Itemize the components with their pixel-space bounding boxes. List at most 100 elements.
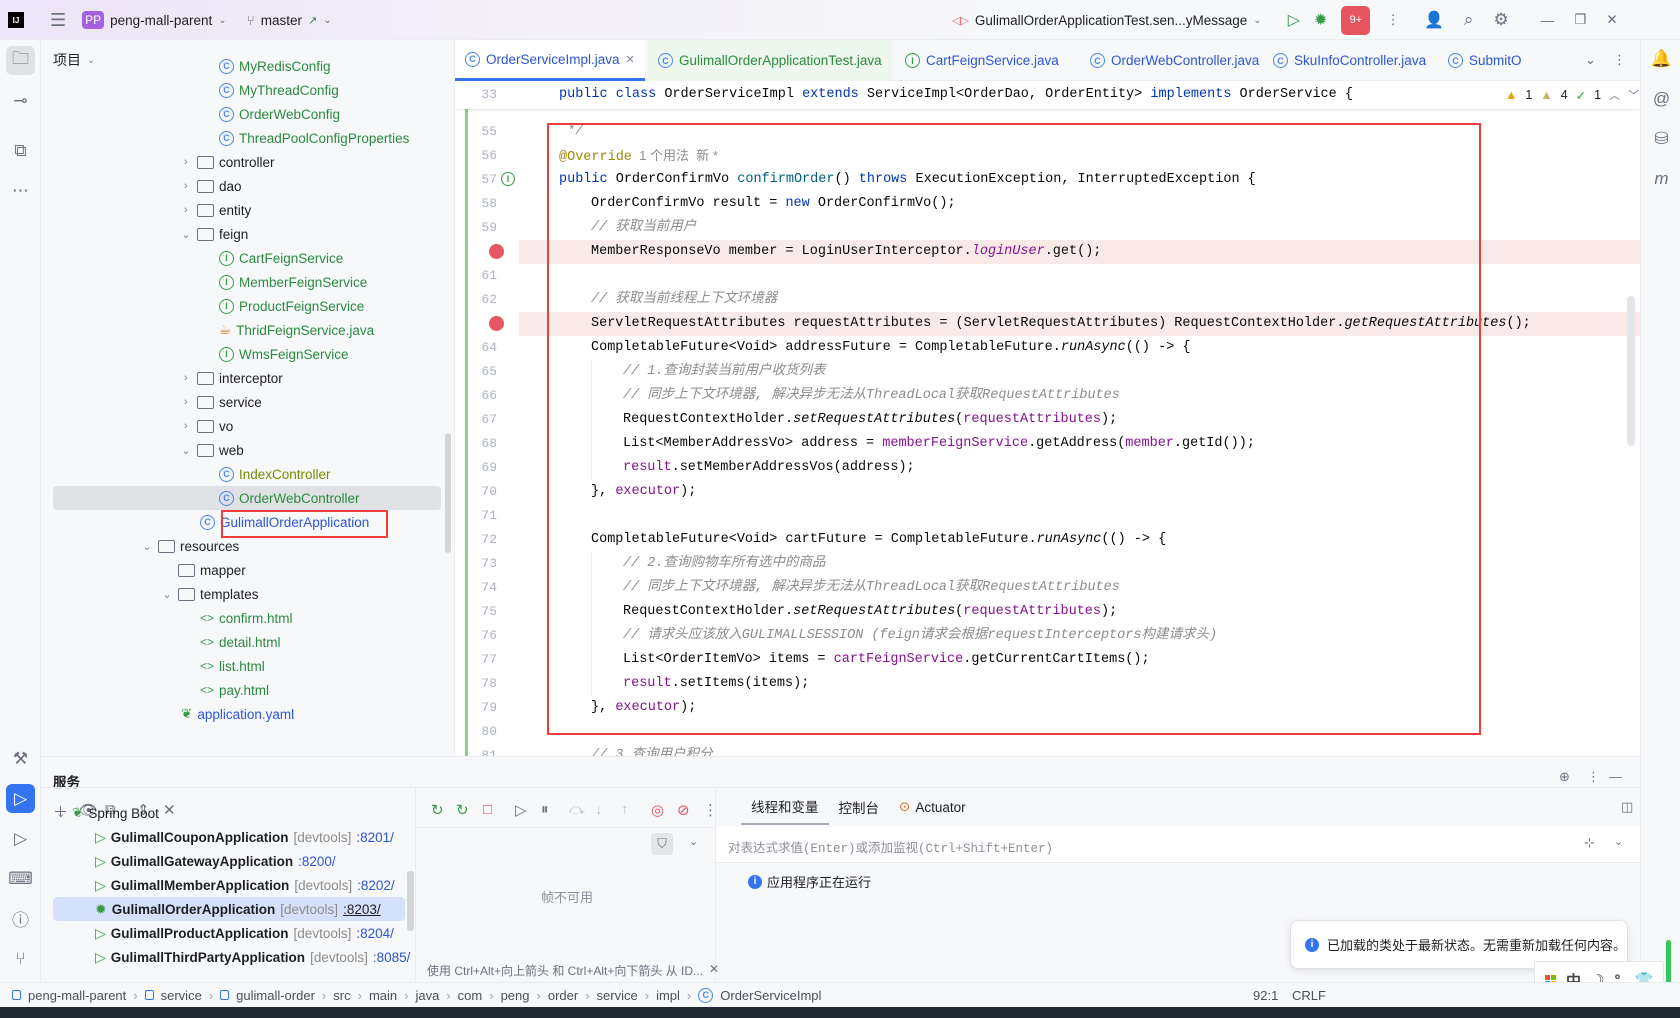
chevron-down-icon[interactable]: ⌄ (141, 540, 153, 553)
line-number[interactable]: 68 (455, 432, 497, 456)
stop-icon[interactable]: □ (483, 801, 492, 818)
terminal-icon[interactable]: ⌨ (6, 864, 35, 893)
line-number[interactable]: 67 (455, 408, 497, 432)
maven-icon[interactable]: m (1647, 164, 1676, 193)
check-icon[interactable]: ✓ (1576, 88, 1586, 103)
service-app-item[interactable]: ▷ GulimallThirdPartyApplication [devtools]… (95, 945, 410, 969)
line-number[interactable]: 71 (455, 504, 497, 528)
breadcrumb-item[interactable]: peng (501, 988, 530, 1003)
line-number[interactable]: 72 (455, 528, 497, 552)
line-number[interactable]: 74 (455, 576, 497, 600)
app-port-link[interactable]: :8200/ (298, 854, 336, 869)
breakpoint-icon[interactable] (489, 316, 504, 331)
editor-tab[interactable]: C SubmitO (1438, 40, 1532, 81)
tree-item[interactable]: ❦ application.yaml (181, 702, 294, 726)
pause-icon[interactable]: ⏸ (541, 801, 549, 818)
line-number[interactable]: 57 (455, 168, 497, 192)
tree-item[interactable]: <> list.html (200, 654, 265, 678)
breadcrumb-item[interactable]: main (369, 988, 397, 1003)
line-number[interactable]: 76 (455, 624, 497, 648)
chevron-right-icon[interactable]: › (180, 180, 192, 192)
tree-item[interactable]: › interceptor (180, 366, 283, 390)
tree-item[interactable]: ⌄ web (180, 438, 243, 462)
service-app-item[interactable]: ▷ GulimallGatewayApplication:8200/ (95, 849, 336, 873)
notifications-icon[interactable]: 🔔 (1647, 44, 1676, 73)
service-app-item[interactable]: ▷ GulimallMemberApplication [devtools]:820… (95, 873, 395, 897)
tree-item[interactable]: C OrderWebController (219, 486, 360, 510)
view-breakpoints-icon[interactable]: ◎ (651, 801, 664, 819)
eval-dropdown-icon[interactable]: ⌄ (1614, 835, 1623, 848)
service-app-item[interactable]: ▷ GulimallProductApplication [devtools]:82… (95, 921, 394, 945)
add-user-icon[interactable]: 👤 (1424, 10, 1444, 30)
database-icon[interactable]: ⛁ (1647, 124, 1676, 153)
chevron-right-icon[interactable]: › (180, 420, 192, 432)
line-number[interactable]: 66 (455, 384, 497, 408)
run-icon[interactable]: ▷ (1288, 10, 1300, 30)
chevron-right-icon[interactable]: › (180, 204, 192, 216)
tree-item[interactable]: › entity (180, 198, 251, 222)
crosshair-icon[interactable]: ⊕ (1559, 769, 1570, 785)
line-number[interactable]: 58 (455, 192, 497, 216)
app-port-link[interactable]: :8204/ (356, 926, 394, 941)
resume-icon[interactable]: ▷ (515, 801, 527, 819)
mute-breakpoints-icon[interactable]: ⊘ (677, 801, 690, 819)
warning-icon[interactable]: ▲ (1505, 88, 1517, 102)
tree-item[interactable]: mapper (161, 558, 246, 582)
app-port-link[interactable]: :8201/ (356, 830, 394, 845)
editor-tab[interactable]: C GulimallOrderApplicationTest.java (648, 40, 892, 81)
app-port-link[interactable]: :8202/ (357, 878, 395, 893)
close-tab-icon[interactable]: ✕ (626, 53, 635, 66)
tree-item[interactable]: › vo (180, 414, 233, 438)
line-number[interactable]: 61 (455, 264, 497, 288)
line-number[interactable]: 64 (455, 336, 497, 360)
service-app-item[interactable]: ▷ GulimallCouponApplication [devtools]:820… (95, 825, 394, 849)
editor-tab[interactable]: C OrderServiceImpl.java ✕ (455, 40, 645, 81)
chevron-right-icon[interactable]: › (180, 156, 192, 168)
chevron-right-icon[interactable]: › (180, 372, 192, 384)
line-number[interactable]: 70 (455, 480, 497, 504)
tree-item[interactable]: C MyRedisConfig (219, 54, 331, 78)
tree-item[interactable]: I WmsFeignService (219, 342, 349, 366)
chevron-down-icon[interactable]: ⌄ (180, 444, 192, 457)
breakpoint-icon[interactable] (489, 244, 504, 259)
run-config-selector[interactable]: GulimallOrderApplicationTest.sen...yMess… (975, 13, 1247, 28)
project-tool-icon[interactable]: 🗀 (6, 46, 35, 75)
line-number[interactable]: 55 (455, 120, 497, 144)
editor-scrollbar[interactable] (1627, 296, 1635, 446)
chevron-down-icon[interactable]: ⌄ (55, 807, 67, 820)
eval-input[interactable]: 对表达式求值(Enter)或添加监视(Ctrl+Shift+Enter) ⊹ ⌄ (716, 827, 1640, 863)
project-switcher[interactable]: peng-mall-parent (110, 13, 212, 28)
tree-item[interactable]: <> pay.html (200, 678, 269, 702)
line-number[interactable]: 78 (455, 672, 497, 696)
search-icon[interactable]: ⌕ (1464, 10, 1474, 30)
breadcrumb-item[interactable]: impl (656, 988, 680, 1003)
minimize-icon[interactable]: — (1541, 13, 1555, 28)
updates-button[interactable]: 9+ (1341, 5, 1371, 35)
tree-item[interactable]: › controller (180, 150, 274, 174)
editor-tab[interactable]: I CartFeignService.java (895, 40, 1069, 81)
rerun-icon[interactable]: ↻ (431, 801, 444, 819)
build-icon[interactable]: ⚒ (6, 744, 35, 773)
branch-switcher[interactable]: master (261, 13, 302, 28)
close-icon[interactable]: ✕ (1606, 12, 1617, 28)
editor-tab[interactable]: C SkuInfoController.java (1263, 40, 1436, 81)
step-over-icon[interactable]: ⤼ (569, 801, 585, 818)
tree-item[interactable]: C ThreadPoolConfigProperties (219, 126, 409, 150)
services-icon[interactable]: ▷ (6, 784, 35, 813)
step-into-icon[interactable]: ↓ (595, 801, 603, 818)
chevron-right-icon[interactable]: › (180, 396, 192, 408)
line-number[interactable]: 62 (455, 288, 497, 312)
debug-icon[interactable]: ✹ (1314, 10, 1327, 30)
tree-item[interactable]: <> detail.html (200, 630, 281, 654)
panel-more-icon[interactable]: ⋮ (1587, 769, 1600, 785)
spring-boot-group[interactable]: ⌄ ❦ Spring Boot (55, 801, 158, 825)
line-number[interactable]: 69 (455, 456, 497, 480)
implements-gutter-icon[interactable]: I (501, 172, 515, 186)
debugger-tab[interactable]: 线程和变量 (741, 789, 829, 825)
tree-item[interactable]: ⌄ templates (161, 582, 258, 606)
breadcrumb-item[interactable]: service (161, 988, 202, 1003)
line-number[interactable]: 80 (455, 720, 497, 744)
run-tool-icon[interactable]: ▷ (6, 824, 35, 853)
problems-icon[interactable]: ⓘ (6, 904, 35, 933)
next-highlight-icon[interactable]: ﹀ (1628, 87, 1639, 103)
